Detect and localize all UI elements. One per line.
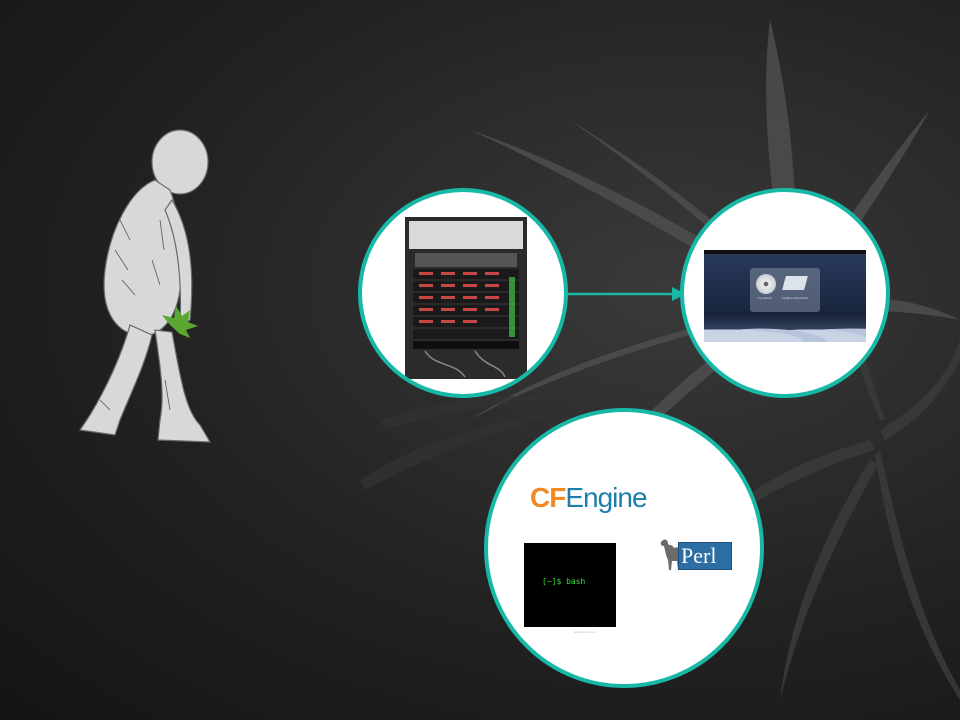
right-arrow-icon xyxy=(566,287,686,301)
cfengine-logo-cf: CF xyxy=(530,482,566,513)
cfengine-logo-engine: Engine xyxy=(565,482,647,513)
server-rack-circle xyxy=(358,188,568,398)
cfengine-logo: CFEngine xyxy=(530,482,648,514)
os-installer-screenshot: Try Fedora Install to Hard Drive xyxy=(704,250,866,342)
installer-topbar xyxy=(704,250,866,254)
perl-logo: Perl xyxy=(678,542,732,570)
perl-label: Perl xyxy=(681,543,717,568)
terminal-caption: shutterstock.com xyxy=(574,630,597,634)
config-tools-circle: CFEngine [~]$ bash shutterstock.com Perl xyxy=(484,408,764,688)
installer-option-try: Try Fedora xyxy=(757,296,772,300)
hard-drive-icon xyxy=(782,276,808,290)
clouds-decoration xyxy=(704,320,866,342)
bash-terminal: [~]$ bash xyxy=(524,543,616,627)
os-installer-circle: Try Fedora Install to Hard Drive xyxy=(680,188,890,398)
terminal-prompt: [~]$ bash xyxy=(542,577,586,586)
ape-man-walking-icon xyxy=(78,129,212,443)
installer-option-install: Install to Hard Drive xyxy=(782,296,809,300)
live-disc-icon xyxy=(756,274,776,294)
server-rack-icon xyxy=(405,217,527,379)
